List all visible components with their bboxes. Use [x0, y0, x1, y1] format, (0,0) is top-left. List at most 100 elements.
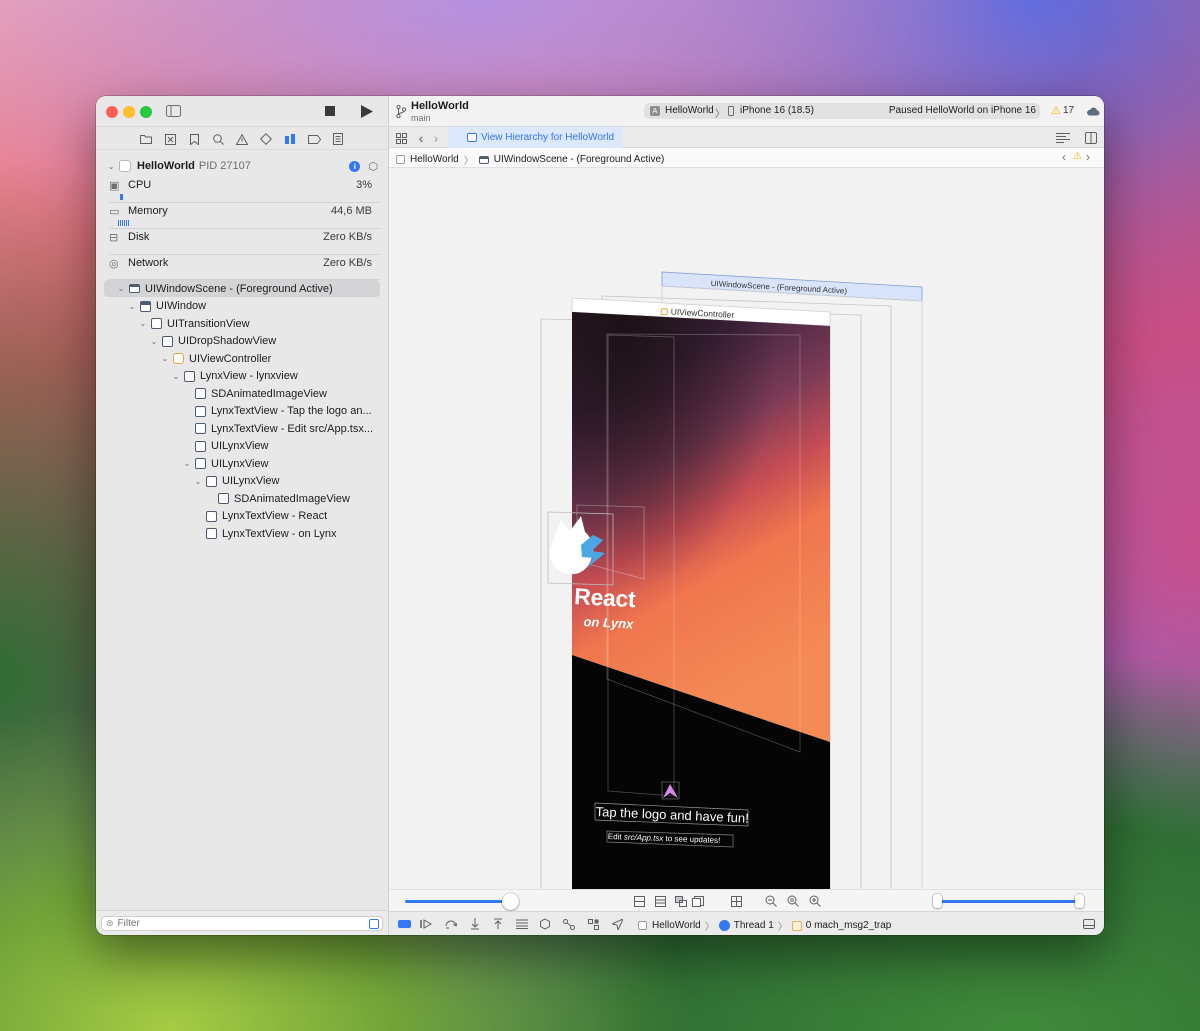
chevron-down-icon[interactable]: ⌄ [182, 459, 192, 468]
memory-gauge[interactable]: ▭ Memory 44,6 MB [109, 200, 372, 222]
device-selector[interactable]: iPhone 16 (18.5) [740, 105, 814, 116]
debug-navigator-icon[interactable] [283, 132, 297, 146]
tree-row-lynx-view-2[interactable]: ⌄ UILynxView [96, 455, 389, 472]
breadcrumb-separator-icon: 〉 [704, 922, 715, 933]
view-range-min-handle[interactable] [933, 894, 942, 908]
console-toggle-icon[interactable] [1082, 917, 1096, 931]
orient-icon[interactable] [729, 894, 743, 908]
project-title[interactable]: HelloWorld [411, 100, 469, 112]
filter-field[interactable]: ⊜ [101, 916, 383, 931]
spacing-slider-thumb[interactable] [502, 893, 519, 910]
scheme-selector[interactable]: HelloWorld [665, 105, 714, 116]
location-arrow-icon[interactable] [610, 917, 624, 931]
actual-size-icon[interactable] [786, 894, 800, 908]
spacing-slider-track[interactable] [405, 900, 511, 903]
editor-options-icon[interactable] [1056, 131, 1070, 145]
debug-breadcrumb-thread[interactable]: Thread 1 [734, 920, 774, 931]
tree-row-text-view-edit[interactable]: LynxTextView - Edit src/App.tsx... [96, 420, 389, 437]
show-constraints-icon[interactable] [653, 894, 667, 908]
breadcrumb-scene[interactable]: UIWindowScene - (Foreground Active) [494, 154, 665, 165]
step-into-icon[interactable] [468, 917, 482, 931]
wireframe-icon[interactable] [674, 894, 688, 908]
warning-icon[interactable]: ⚠ [1051, 104, 1061, 117]
tree-row-lynxview[interactable]: ⌄ LynxView - lynxview [96, 368, 389, 385]
test-navigator-icon[interactable] [259, 132, 273, 146]
view-icon [206, 475, 217, 487]
sidebar-toggle-icon[interactable] [165, 104, 181, 118]
network-gauge[interactable]: ◎ Network Zero KB/s [109, 252, 372, 274]
run-status: Paused HelloWorld on iPhone 16 [888, 105, 1036, 116]
report-navigator-icon[interactable] [331, 132, 345, 146]
zoom-in-icon[interactable] [808, 894, 822, 908]
grid-icon[interactable] [394, 131, 408, 145]
source-control-navigator-icon[interactable] [163, 132, 177, 146]
add-editor-icon[interactable] [1084, 131, 1098, 145]
chevron-down-icon[interactable]: ⌄ [160, 354, 170, 363]
step-out-icon[interactable] [491, 917, 505, 931]
tab-view-hierarchy[interactable]: View Hierarchy for HelloWorld [449, 127, 622, 148]
next-issue-icon[interactable]: › [1086, 150, 1090, 164]
tree-row-animated-image-view[interactable]: SDAnimatedImageView [96, 385, 389, 402]
view-debugger-canvas[interactable]: UIWindowScene - (Foreground Active) UIVi… [389, 169, 1104, 889]
continue-icon[interactable] [419, 917, 433, 931]
warning-icon[interactable]: ⚠ [1073, 151, 1082, 162]
previous-issue-icon[interactable]: ‹ [1062, 150, 1066, 164]
zoom-window-button[interactable] [140, 106, 152, 118]
breakpoint-navigator-icon[interactable] [307, 132, 321, 146]
branch-name[interactable]: main [411, 113, 431, 123]
breadcrumb-project[interactable]: HelloWorld [410, 154, 459, 165]
forward-chevron-icon[interactable]: › [429, 130, 443, 146]
tree-row-view-controller[interactable]: ⌄ UIViewController [96, 350, 389, 367]
back-chevron-icon[interactable]: ‹ [414, 130, 428, 146]
tree-row-lynx-view-1[interactable]: UILynxView [96, 438, 389, 455]
step-over-icon[interactable] [444, 917, 458, 931]
package-icon[interactable]: ⬡ [368, 160, 378, 173]
filter-options-icon[interactable] [369, 918, 379, 929]
cloud-icon[interactable] [1086, 105, 1100, 117]
chevron-down-icon[interactable]: ⌄ [171, 372, 181, 381]
simulate-location-icon[interactable] [586, 917, 600, 931]
run-icon[interactable] [360, 104, 374, 118]
bookmark-navigator-icon[interactable] [187, 132, 201, 146]
environment-overrides-icon[interactable] [562, 917, 576, 931]
close-window-button[interactable] [106, 106, 118, 118]
zoom-out-icon[interactable] [764, 894, 778, 908]
stop-icon[interactable] [324, 105, 336, 117]
debug-breadcrumb-project[interactable]: HelloWorld [652, 920, 701, 931]
tree-row-animated-image-view-2[interactable]: SDAnimatedImageView [96, 490, 389, 507]
contents-icon[interactable] [691, 894, 705, 908]
cpu-gauge[interactable]: ▣ CPU 3% [109, 174, 372, 196]
tree-row-text-view-react[interactable]: LynxTextView - React [96, 508, 389, 525]
tree-row-lynx-view-3[interactable]: ⌄ UILynxView [96, 473, 389, 490]
tree-row-transition-view[interactable]: ⌄ UITransitionView [96, 315, 389, 332]
process-row[interactable]: ⌄ HelloWorld PID 27107 i ⬡ [106, 158, 378, 174]
tree-row-uiwindow[interactable]: ⌄ UIWindow [96, 298, 389, 315]
tree-row-window-scene[interactable]: ⌄ UIWindowScene - (Foreground Active) [96, 280, 389, 297]
tree-row-text-view-on-lynx[interactable]: LynxTextView - on Lynx [96, 525, 389, 542]
clip-content-icon[interactable] [632, 894, 646, 908]
memory-graph-icon[interactable] [538, 917, 552, 931]
view-range-slider-track[interactable] [939, 900, 1081, 903]
chevron-down-icon[interactable]: ⌄ [149, 337, 159, 346]
tree-row-drop-shadow-view[interactable]: ⌄ UIDropShadowView [96, 333, 389, 350]
debug-area-toggle-icon[interactable] [398, 920, 411, 928]
filter-icon: ⊜ [106, 918, 114, 928]
find-navigator-icon[interactable] [211, 132, 225, 146]
debug-view-hierarchy-icon[interactable] [515, 917, 529, 931]
warning-count[interactable]: 17 [1063, 105, 1074, 116]
chevron-down-icon[interactable]: ⌄ [193, 477, 203, 486]
chevron-down-icon[interactable]: ⌄ [116, 284, 126, 293]
filter-input[interactable] [117, 918, 358, 929]
tree-row-text-view-tap[interactable]: LynxTextView - Tap the logo an... [96, 403, 389, 420]
minimize-window-button[interactable] [123, 106, 135, 118]
issue-navigator-icon[interactable] [235, 132, 249, 146]
view-range-max-handle[interactable] [1075, 894, 1084, 908]
info-icon[interactable]: i [349, 160, 361, 172]
disclosure-chevron-icon[interactable]: ⌄ [106, 162, 116, 171]
project-navigator-icon[interactable] [139, 132, 153, 146]
iphone-icon [728, 106, 734, 116]
chevron-down-icon[interactable]: ⌄ [127, 302, 137, 311]
disk-gauge[interactable]: ⊟ Disk Zero KB/s [109, 226, 372, 248]
chevron-down-icon[interactable]: ⌄ [138, 319, 148, 328]
debug-breadcrumb-frame[interactable]: 0 mach_msg2_trap [806, 920, 892, 931]
